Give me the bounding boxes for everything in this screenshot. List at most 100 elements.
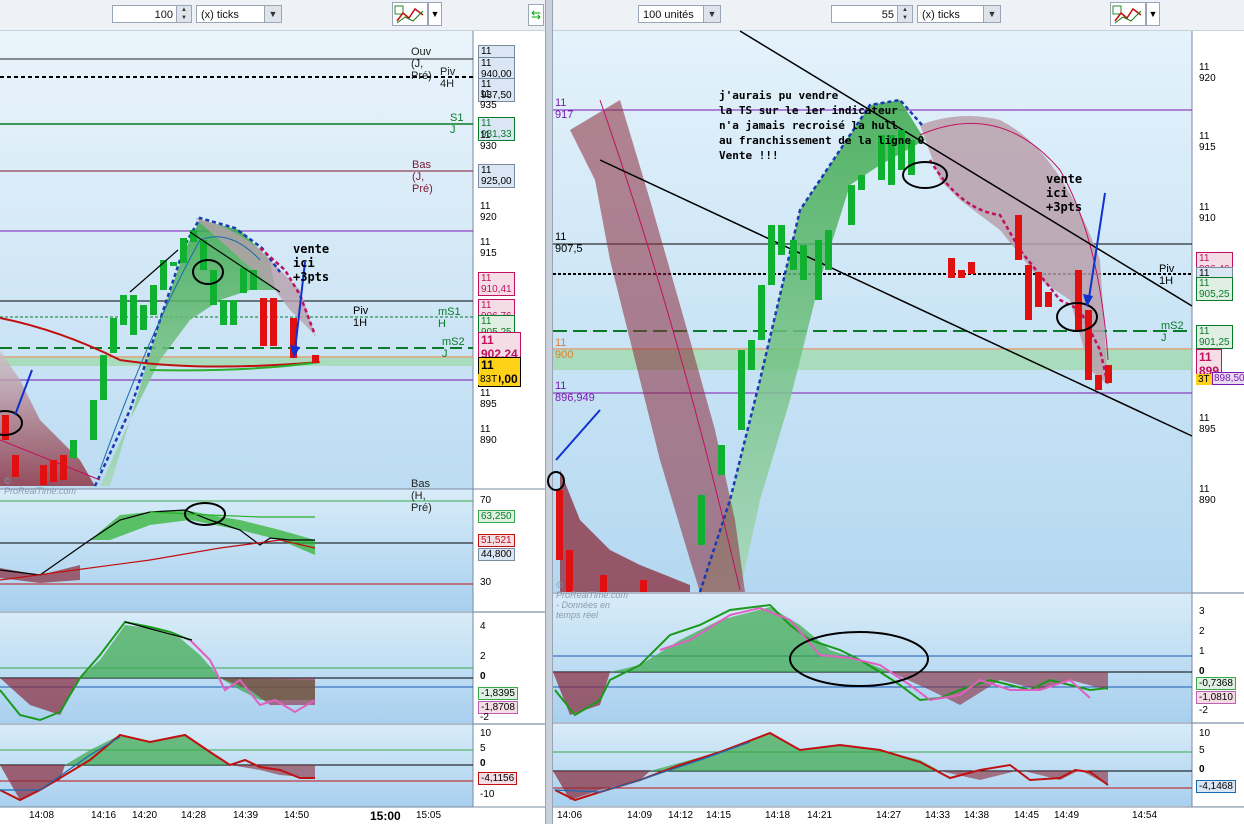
axis-tick: 2 (1199, 626, 1205, 637)
level-label-11917: 11 917 (555, 97, 574, 121)
time-label: 14:08 (29, 810, 55, 821)
level-label-ouv: Ouv (J, Pré) (411, 46, 432, 82)
axis-tick: 0 (480, 671, 486, 682)
ind-value: -1,8395 (478, 687, 518, 700)
ind-value: 44,800 (478, 548, 515, 561)
axis-tick: 11 895 (480, 388, 497, 410)
chevron-down-icon: ▼ (983, 6, 1000, 22)
time-label: 14:15 (706, 810, 732, 821)
price-tag: 11 901,25 (1196, 325, 1233, 349)
axis-tick: 30 (480, 577, 492, 588)
axis-tick: 3 (1199, 606, 1205, 617)
level-label-ms2j: mS2 J (1161, 320, 1184, 344)
time-label: 14:20 (132, 810, 158, 821)
time-label: 15:00 (370, 809, 401, 823)
time-label: 14:49 (1054, 810, 1080, 821)
collapse-panel-button[interactable]: ⇆ (528, 4, 544, 26)
ind-value: -4,1156 (478, 772, 518, 785)
right-units-value: 100 unités (643, 9, 694, 21)
left-candles (2, 230, 319, 485)
level-label-11896: 11 896,949 (555, 380, 595, 404)
right-unit-select[interactable]: (x) ticks ▼ (917, 5, 1001, 23)
right-indicators-button[interactable] (1110, 2, 1146, 26)
level-label-bas-h: Bas (H, Pré) (411, 478, 432, 514)
level-label-piv1h: Piv 1H (1159, 263, 1175, 287)
axis-tick: 11 890 (480, 424, 497, 446)
axis-tick: 11 920 (480, 201, 497, 223)
right-indicators-dropdown[interactable]: ▼ (1146, 2, 1160, 26)
ind-value: -0,7368 (1196, 677, 1236, 690)
left-indicators-dropdown[interactable]: ▼ (428, 2, 442, 26)
time-label: 14:18 (765, 810, 791, 821)
axis-tick: 70 (480, 495, 492, 506)
price-tag: 898,50 (1212, 372, 1244, 385)
axis-tick: 0 (480, 758, 486, 769)
left-indicators-button[interactable] (392, 2, 428, 26)
axis-tick: 0 (1199, 666, 1205, 677)
chevron-down-icon: ▼ (264, 6, 281, 22)
axis-tick: -2 (1199, 705, 1208, 716)
right-quantity-input[interactable]: 55 ▲ ▼ (831, 5, 913, 23)
time-label: 14:21 (807, 810, 833, 821)
time-label: 14:12 (668, 810, 694, 821)
right-annotation-top: j'aurais pu vendre la TS sur le 1er indi… (719, 89, 925, 162)
axis-tick: 11 915 (480, 237, 497, 259)
axis-tick: -10 (480, 789, 495, 800)
level-label-ms1h: mS1 H (438, 306, 461, 330)
axis-tick: 11 915 (1199, 131, 1216, 153)
level-label-s1j: S1 J (450, 112, 464, 136)
axis-tick: 0 (1199, 764, 1205, 775)
axis-tick: 11 920 (1199, 62, 1216, 84)
ind-value: 63,250 (478, 510, 515, 523)
right-toolbar: 100 unités ▼ 55 ▲ ▼ (x) ticks ▼ ▼ (553, 0, 1244, 31)
axis-tick: 5 (1199, 745, 1205, 756)
left-unit-value: (x) ticks (201, 9, 239, 21)
time-label: 14:06 (557, 810, 583, 821)
price-tag: 11 905,25 (1196, 277, 1233, 301)
level-label-11900: 11 900 (555, 337, 574, 361)
time-label: 14:38 (964, 810, 990, 821)
axis-tick: 11 910 (1199, 202, 1216, 224)
axis-tick: 5 (480, 743, 486, 754)
level-label-piv1h: Piv 1H (353, 305, 369, 329)
right-watermark: © ProRealTime.com - Données en temps rée… (556, 580, 628, 620)
time-label: 14:39 (233, 810, 259, 821)
axis-tick: 2 (480, 651, 486, 662)
level-label-piv4h: Piv 4H (440, 66, 456, 90)
spin-icon[interactable]: ▲ ▼ (176, 6, 191, 22)
indicator-chart-icon (394, 5, 424, 24)
price-tag: 11 925,00 (478, 164, 515, 188)
tick-count: 83T (478, 374, 500, 385)
time-label: 15:05 (416, 810, 442, 821)
panel-divider[interactable] (545, 0, 553, 824)
right-unit-value: (x) ticks (922, 9, 960, 21)
axis-tick: 11 935 (480, 89, 497, 111)
time-label: 14:45 (1014, 810, 1040, 821)
indicator-chart-icon (1112, 5, 1142, 24)
time-label: 14:28 (181, 810, 207, 821)
level-label-bas-j: Bas (J, Pré) (412, 159, 433, 195)
right-quantity-value: 55 (881, 9, 894, 21)
right-units-select[interactable]: 100 unités ▼ (638, 5, 721, 23)
spin-icon[interactable]: ▲ ▼ (897, 6, 912, 22)
right-candles (556, 130, 1112, 592)
left-annotation: vente ici +3pts (293, 242, 330, 284)
left-quantity-input[interactable]: 100 ▲ ▼ (112, 5, 192, 23)
left-quantity-value: 100 (154, 9, 173, 21)
level-label-ms2j: mS2 J (442, 336, 465, 360)
axis-tick: 11 930 (480, 130, 497, 152)
axis-tick: 1 (1199, 646, 1205, 657)
left-unit-select[interactable]: (x) ticks ▼ (196, 5, 282, 23)
level-label-11907: 11 907,5 (555, 231, 583, 255)
axis-tick: 10 (1199, 728, 1211, 739)
axis-tick: 4 (480, 621, 486, 632)
left-watermark: © ProRealTime.com (4, 476, 76, 496)
time-label: 14:09 (627, 810, 653, 821)
ind-value: 51,521 (478, 534, 515, 547)
time-label: 14:27 (876, 810, 902, 821)
axis-tick: 11 890 (1199, 484, 1216, 506)
tick-count: 3T (1196, 374, 1212, 385)
time-label: 14:16 (91, 810, 117, 821)
time-label: 14:33 (925, 810, 951, 821)
axis-tick: 10 (480, 728, 492, 739)
